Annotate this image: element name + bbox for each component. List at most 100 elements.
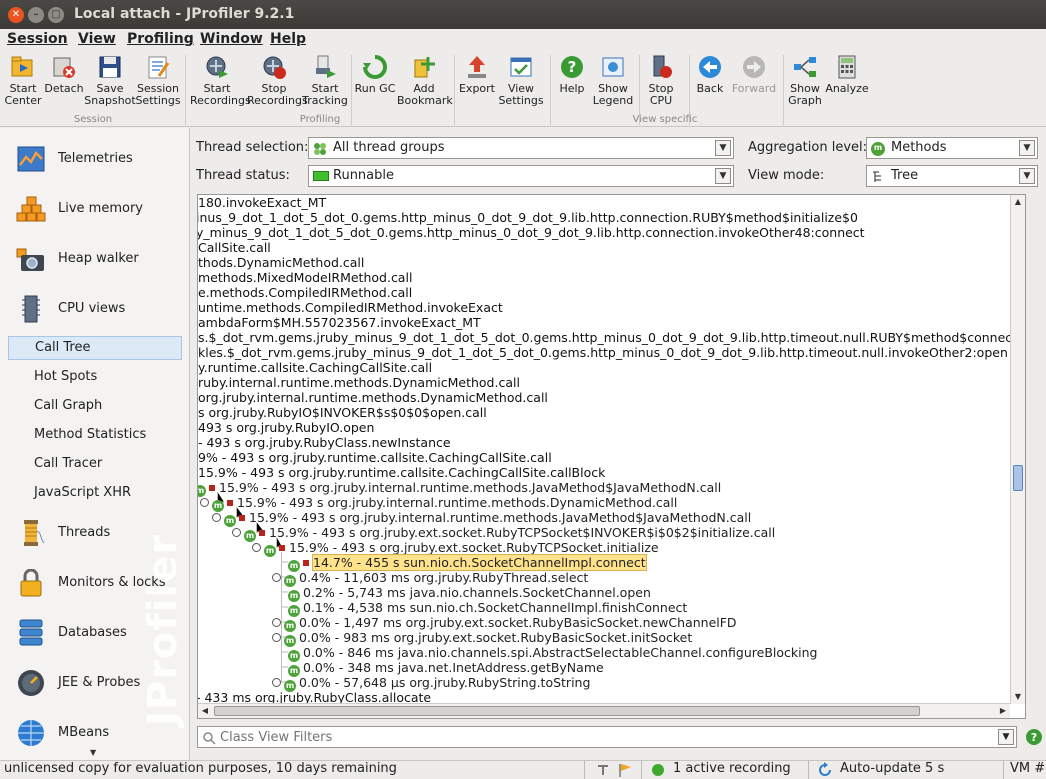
expand-toggle-icon[interactable]: [272, 573, 281, 582]
aggregation-level-dropdown[interactable]: m Methods ▼: [866, 137, 1038, 159]
vertical-scroll-thumb[interactable]: [1013, 465, 1023, 491]
call-tree[interactable]: 180.invokeExact_MT inus_9_dot_1_dot_5_do…: [197, 194, 1026, 719]
sidebar-item-hot-spots[interactable]: Hot Spots: [8, 365, 182, 389]
vertical-scrollbar[interactable]: ▲ ▼: [1010, 195, 1025, 704]
tree-node[interactable]: m 0.1% - 4,538 ms sun.nio.ch.SocketChanne…: [288, 600, 687, 617]
tree-row[interactable]: s.$_dot_rvm.gems.jruby_minus_9_dot_1_dot…: [198, 330, 1025, 345]
menu-view[interactable]: View: [78, 31, 116, 47]
tree-row[interactable]: 493 s org.jruby.RubyIO.open: [198, 420, 374, 435]
tree-row[interactable]: 180.invokeExact_MT: [198, 195, 326, 210]
scroll-up-icon[interactable]: ▲: [1011, 195, 1025, 209]
tree-row[interactable]: y.runtime.callsite.CachingCallSite.call: [198, 360, 432, 375]
collapse-toggle-icon[interactable]: [252, 543, 261, 552]
tree-node[interactable]: m 0.2% - 5,743 ms java.nio.channels.Socke…: [288, 585, 651, 602]
menu-profiling[interactable]: Profiling: [127, 31, 194, 47]
tree-row[interactable]: - 493 s org.jruby.RubyClass.newInstance: [198, 435, 451, 450]
stop-cpu-icon: [653, 55, 672, 78]
tree-node[interactable]: m 0.0% - 1,497 ms org.jruby.ext.socket.Ru…: [272, 615, 737, 632]
thread-status-dropdown[interactable]: Runnable ▼: [308, 165, 734, 187]
collapse-toggle-icon[interactable]: [212, 513, 221, 522]
expand-toggle-icon[interactable]: [272, 678, 281, 687]
tree-row[interactable]: CallSite.call: [198, 240, 271, 255]
sidebar-item-call-tracer[interactable]: Call Tracer: [8, 452, 182, 476]
close-window-button[interactable]: ✕: [8, 7, 24, 23]
tree-row[interactable]: y_minus_9_dot_1_dot_5_dot_0.gems.http_mi…: [198, 225, 865, 240]
tree-node[interactable]: m 0.0% - 57,648 µs org.jruby.RubyString.t…: [272, 675, 590, 692]
show-legend-button[interactable]: Show Legend: [586, 54, 640, 114]
filter-help-icon[interactable]: ?: [1025, 728, 1043, 746]
tree-row[interactable]: kles.$_dot_rvm.gems.jruby_minus_9_dot_1_…: [198, 345, 1008, 360]
start-recordings-button[interactable]: Start Recordings: [190, 54, 251, 114]
tree-row[interactable]: s org.jruby.RubyIO$INVOKER$s$0$0$open.ca…: [198, 405, 487, 420]
tree-row[interactable]: ambdaForm$MH.557023567.invokeExact_MT: [198, 315, 481, 330]
menu-session[interactable]: Session: [7, 31, 68, 47]
session-settings-button[interactable]: Session Settings: [131, 54, 185, 114]
tree-row[interactable]: thods.DynamicMethod.call: [198, 255, 364, 270]
scroll-right-icon[interactable]: ▶: [996, 704, 1010, 718]
flag-icon[interactable]: [618, 763, 632, 777]
chevron-down-icon[interactable]: ▼: [715, 140, 731, 156]
sidebar-item-cpu-views[interactable]: CPU views: [0, 286, 189, 332]
add-bookmark-button[interactable]: Add Bookmark: [397, 54, 453, 114]
pin-icon[interactable]: [596, 763, 610, 777]
thread-selection-dropdown[interactable]: All thread groups ▼: [308, 137, 734, 159]
tree-node[interactable]: m15.9% - 493 s org.jruby.internal.runtim…: [200, 495, 677, 512]
minimize-window-button[interactable]: –: [28, 7, 44, 23]
horizontal-scroll-thumb[interactable]: [214, 706, 920, 716]
analyze-button[interactable]: Analyze: [820, 54, 874, 114]
chevron-down-icon[interactable]: ▼: [1019, 140, 1035, 156]
tree-row[interactable]: methods.MixedModeIRMethod.call: [198, 270, 412, 285]
stop-recordings-icon: [263, 56, 286, 79]
tree-node[interactable]: m 15.9% - 493 s org.jruby.ext.socket.Ruby…: [232, 525, 775, 542]
view-settings-button[interactable]: View Settings: [494, 54, 548, 114]
expand-toggle-icon[interactable]: [272, 618, 281, 627]
horizontal-scrollbar[interactable]: ◀ ▶: [198, 703, 1010, 718]
stop-cpu-button[interactable]: Stop CPU: [634, 54, 688, 114]
sidebar-scroll-down-icon[interactable]: ▼: [90, 748, 96, 757]
tree-row[interactable]: org.jruby.internal.runtime.methods.Dynam…: [198, 390, 548, 405]
sidebar-item-javascript-xhr[interactable]: JavaScript XHR: [8, 481, 182, 505]
tree-node[interactable]: m 0.4% - 11,603 ms org.jruby.RubyThread.s…: [272, 570, 588, 587]
sidebar-item-method-statistics[interactable]: Method Statistics: [8, 423, 182, 447]
tree-node-selected[interactable]: m 14.7% - 455 s sun.nio.ch.SocketChannelI…: [288, 554, 647, 572]
sidebar-item-call-tree[interactable]: Call Tree: [8, 336, 182, 360]
save-snapshot-button[interactable]: Save Snapshot: [83, 54, 137, 114]
sidebar-item-heap-walker[interactable]: Heap walker: [0, 236, 189, 282]
collapse-toggle-icon[interactable]: [232, 528, 241, 537]
filter-input[interactable]: [220, 728, 1000, 746]
maximize-window-button[interactable]: □: [48, 7, 64, 23]
menu-help[interactable]: Help: [270, 31, 306, 47]
scroll-left-icon[interactable]: ◀: [198, 704, 212, 718]
sidebar-item-call-graph[interactable]: Call Graph: [8, 394, 182, 418]
stop-recordings-button[interactable]: Stop Recordings: [247, 54, 308, 114]
auto-update-text[interactable]: Auto-update 5 s: [840, 761, 944, 776]
chevron-down-icon[interactable]: ▼: [998, 729, 1014, 745]
view-mode-dropdown[interactable]: Tree ▼: [866, 165, 1038, 187]
tree-node[interactable]: m 0.0% - 348 ms java.net.InetAddress.getB…: [288, 660, 604, 677]
tree-node[interactable]: m 0.0% - 983 ms org.jruby.ext.socket.Ruby…: [272, 630, 692, 647]
expand-toggle-icon[interactable]: [272, 633, 281, 642]
class-view-filter[interactable]: ▼: [197, 726, 1017, 748]
tree-row[interactable]: 15.9% - 493 s org.jruby.runtime.callsite…: [198, 465, 605, 480]
run-gc-button[interactable]: Run GC: [348, 54, 402, 114]
tree-node[interactable]: m15.9% - 493 s org.jruby.internal.runtim…: [212, 510, 751, 527]
tree-row[interactable]: ruby.internal.runtime.methods.DynamicMet…: [198, 375, 520, 390]
sidebar-item-live-memory[interactable]: Live memory: [0, 186, 189, 232]
refresh-icon[interactable]: [817, 762, 833, 778]
tree-node[interactable]: m15.9% - 493 s org.jruby.internal.runtim…: [198, 480, 721, 497]
tree-row[interactable]: inus_9_dot_1_dot_5_dot_0.gems.http_minus…: [198, 210, 858, 225]
active-recording-text[interactable]: 1 active recording: [673, 761, 791, 776]
tree-node[interactable]: m 0.0% - 846 ms java.nio.channels.spi.Abs…: [288, 645, 817, 662]
scroll-down-icon[interactable]: ▼: [1011, 690, 1025, 704]
tree-row[interactable]: untime.methods.CompiledIRMethod.invokeEx…: [198, 300, 503, 315]
tree-node[interactable]: m 15.9% - 493 s org.jruby.ext.socket.Ruby…: [252, 540, 659, 557]
sidebar-item-telemetries[interactable]: Telemetries: [0, 136, 189, 182]
chevron-down-icon[interactable]: ▼: [715, 168, 731, 184]
chevron-down-icon[interactable]: ▼: [1019, 168, 1035, 184]
tree-row[interactable]: e.methods.CompiledIRMethod.call: [198, 285, 412, 300]
collapse-toggle-icon[interactable]: [200, 498, 209, 507]
forward-button[interactable]: Forward: [727, 54, 781, 114]
menu-window[interactable]: Window: [200, 31, 263, 47]
tree-row[interactable]: 9% - 493 s org.jruby.runtime.callsite.Ca…: [198, 450, 552, 465]
start-tracking-button[interactable]: Start Tracking: [298, 54, 352, 114]
